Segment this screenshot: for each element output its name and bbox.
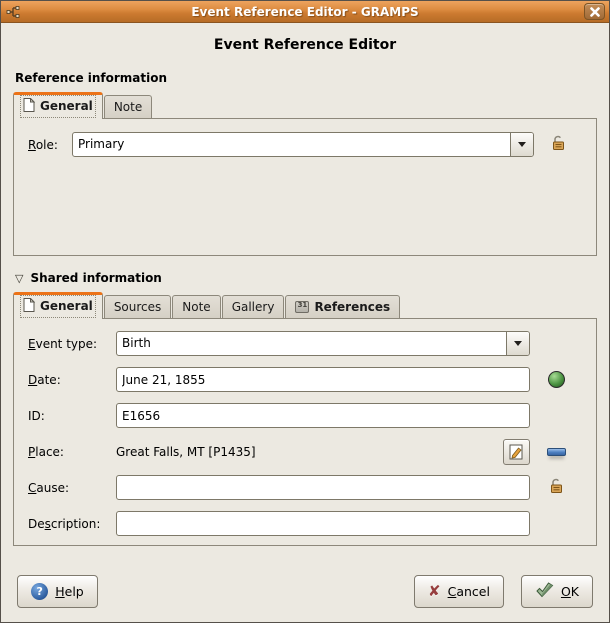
- id-row: ID:: [28, 403, 582, 428]
- privacy-lock-icon[interactable]: [546, 476, 566, 500]
- description-label: Description:: [28, 517, 116, 531]
- tab-shared-note[interactable]: Note: [172, 295, 220, 318]
- event-type-label: Event type:: [28, 337, 116, 351]
- reference-tabs: General Note: [13, 92, 597, 118]
- tab-label: General: [40, 299, 93, 313]
- close-button[interactable]: [584, 3, 605, 20]
- id-input[interactable]: [116, 403, 530, 428]
- shared-tabs: General Sources Note Gallery 31 Referenc…: [13, 292, 597, 318]
- shared-information-expander[interactable]: ▽ Shared information: [15, 271, 609, 285]
- tab-label: References: [314, 300, 390, 314]
- tab-reference-note[interactable]: Note: [104, 95, 152, 118]
- cause-label: Cause:: [28, 481, 116, 495]
- ok-button-label: OK: [561, 584, 579, 599]
- ok-check-icon: [535, 582, 554, 601]
- role-dropdown-button[interactable]: [510, 133, 533, 156]
- event-type-dropdown-button[interactable]: [506, 332, 529, 355]
- event-reference-editor-window: Event Reference Editor - GRAMPS Event Re…: [0, 0, 610, 623]
- event-type-value: Birth: [117, 332, 506, 355]
- cause-input[interactable]: [116, 475, 530, 500]
- window-title: Event Reference Editor - GRAMPS: [1, 5, 609, 19]
- tab-shared-sources[interactable]: Sources: [104, 295, 171, 318]
- role-row: Role: Primary: [28, 132, 582, 157]
- place-value: Great Falls, MT [P1435]: [116, 445, 256, 459]
- cancel-x-icon: ✘: [428, 584, 441, 599]
- role-combobox[interactable]: Primary: [72, 132, 534, 157]
- close-icon: [590, 7, 600, 17]
- document-icon: [23, 98, 35, 115]
- tab-label: Gallery: [232, 300, 275, 314]
- event-type-row: Event type: Birth: [28, 331, 582, 356]
- description-input[interactable]: [116, 511, 530, 536]
- cancel-button[interactable]: ✘ Cancel: [414, 575, 504, 608]
- role-label: Role:: [28, 138, 72, 152]
- tab-shared-gallery[interactable]: Gallery: [222, 295, 285, 318]
- place-label: Place:: [28, 445, 116, 459]
- tab-shared-general[interactable]: General: [13, 292, 103, 319]
- tab-label: General: [40, 99, 93, 113]
- tab-label: Note: [114, 100, 142, 114]
- expander-triangle-icon: ▽: [15, 273, 23, 284]
- help-button-label: Help: [55, 584, 84, 599]
- cause-row: Cause:: [28, 475, 582, 500]
- reference-information-heading: Reference information: [15, 71, 609, 85]
- event-type-combobox[interactable]: Birth: [116, 331, 530, 356]
- reference-general-panel: Role: Primary: [13, 118, 597, 256]
- date-label: Date:: [28, 373, 116, 387]
- help-button[interactable]: ? Help: [17, 575, 98, 608]
- document-icon: [23, 298, 35, 315]
- tab-label: Note: [182, 300, 210, 314]
- references-icon: 31: [295, 301, 309, 313]
- chevron-down-icon: [518, 142, 526, 147]
- gramps-app-icon: [5, 4, 21, 20]
- place-row: Place: Great Falls, MT [P1435]: [28, 439, 582, 464]
- chevron-down-icon: [514, 341, 522, 346]
- date-validity-led-icon[interactable]: [548, 371, 565, 388]
- remove-place-icon[interactable]: [547, 448, 566, 456]
- dialog-heading: Event Reference Editor: [1, 37, 609, 53]
- date-input[interactable]: [116, 367, 530, 392]
- tab-label: Sources: [114, 300, 161, 314]
- help-icon: ?: [31, 583, 48, 600]
- edit-place-button[interactable]: [503, 439, 530, 465]
- description-row: Description:: [28, 511, 582, 536]
- tab-reference-general[interactable]: General: [13, 92, 103, 119]
- titlebar[interactable]: Event Reference Editor - GRAMPS: [1, 1, 609, 23]
- role-value: Primary: [73, 133, 510, 156]
- ok-button[interactable]: OK: [521, 575, 593, 608]
- edit-icon: [509, 444, 524, 460]
- dialog-footer: ? Help ✘ Cancel OK: [1, 561, 609, 622]
- shared-information-heading: Shared information: [30, 271, 161, 285]
- cancel-button-label: Cancel: [448, 584, 490, 599]
- tab-shared-references[interactable]: 31 References: [285, 295, 400, 318]
- id-label: ID:: [28, 409, 116, 423]
- date-row: Date:: [28, 367, 582, 392]
- privacy-lock-icon[interactable]: [548, 133, 568, 157]
- shared-general-panel: Event type: Birth Date: ID:: [13, 318, 597, 546]
